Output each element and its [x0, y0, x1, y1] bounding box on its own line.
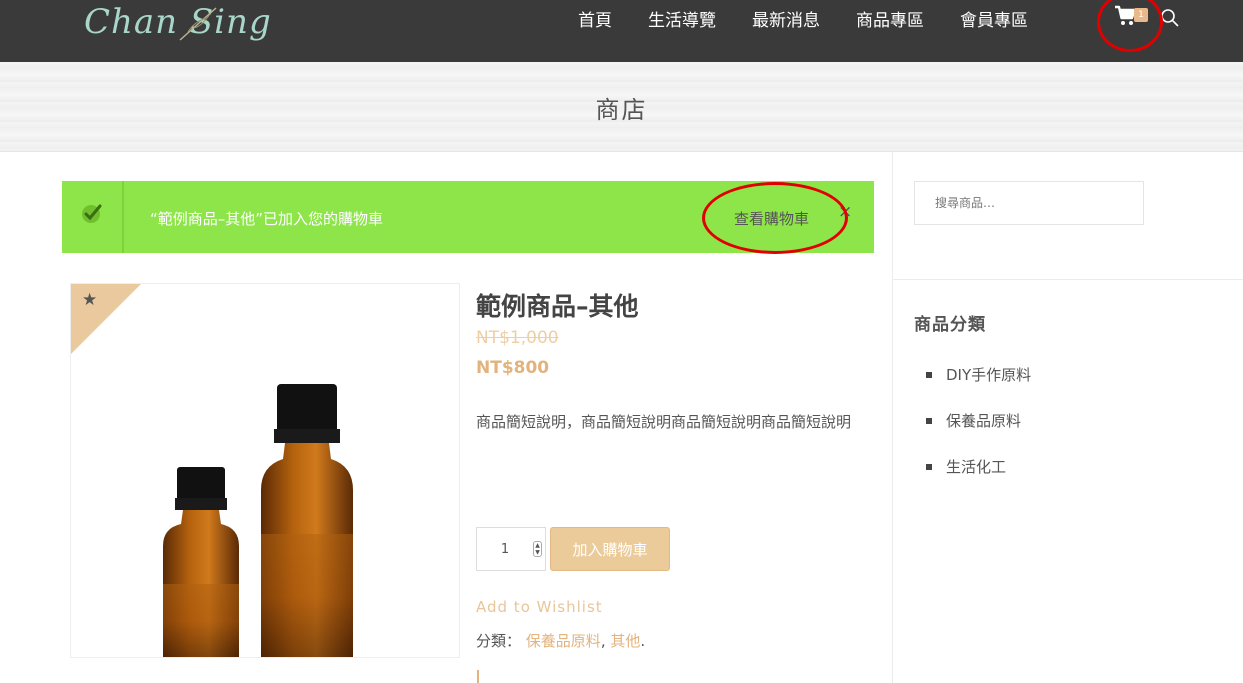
page-title: 商店 [595, 96, 648, 124]
category-widget-title: 商品分類 [914, 315, 986, 335]
category-item-diy[interactable]: DIY手作原料 [926, 362, 1031, 408]
check-icon [82, 204, 102, 223]
bullet-icon [926, 372, 932, 378]
category-link-other[interactable]: 其他 [610, 632, 640, 650]
quantity-input[interactable] [477, 528, 533, 570]
top-navbar: Chan Sing 首頁 生活導覽 最新消息 商品專區 會員專區 1 [0, 0, 1243, 62]
product-image[interactable]: ★ [70, 283, 460, 658]
notice-separator [122, 181, 124, 253]
quantity-stepper[interactable]: ▲▼ [476, 527, 546, 571]
partial-element-mark [477, 670, 479, 683]
sidebar-divider [892, 152, 893, 683]
category-separator: , [600, 632, 606, 650]
product-categories: 分類： 保養品原料, 其他. [476, 630, 645, 651]
add-to-cart-button[interactable]: 加入購物車 [550, 527, 670, 571]
category-item-label: DIY手作原料 [946, 366, 1032, 384]
bullet-icon [926, 418, 932, 424]
product-search-input[interactable] [914, 181, 1144, 225]
bullet-icon [926, 464, 932, 470]
site-logo[interactable]: Chan Sing [84, 0, 271, 52]
product-title: 範例商品–其他 [476, 292, 639, 321]
leaf-icon [179, 7, 217, 41]
categories-label: 分類： [476, 632, 522, 650]
nav-item-members[interactable]: 會員專區 [960, 6, 1028, 31]
category-link-skincare[interactable]: 保養品原料 [526, 632, 601, 650]
cart-button[interactable]: 1 [1114, 4, 1148, 30]
category-item-skincare[interactable]: 保養品原料 [926, 408, 1031, 454]
search-icon[interactable] [1160, 8, 1180, 28]
page-banner: 商店 [0, 62, 1243, 152]
spin-arrows-icon[interactable]: ▲ ▼ [533, 541, 542, 557]
category-end: . [640, 632, 646, 650]
cart-added-notice: “範例商品–其他”已加入您的購物車 查看購物車 × [62, 181, 874, 253]
category-item-chemicals[interactable]: 生活化工 [926, 454, 1031, 500]
sidebar-section-divider [893, 279, 1243, 280]
sale-price: NT$800 [476, 358, 550, 378]
product-short-description: 商品簡短說明，商品簡短說明商品簡短說明商品簡短說明 [476, 413, 852, 431]
star-icon: ★ [82, 290, 98, 310]
notice-message: “範例商品–其他”已加入您的購物車 [150, 210, 384, 228]
category-item-label: 保養品原料 [946, 412, 1022, 430]
nav-item-life-guide[interactable]: 生活導覽 [648, 6, 716, 31]
original-price: NT$1,000 [476, 328, 559, 348]
add-to-wishlist-link[interactable]: Add to Wishlist [476, 598, 603, 616]
main-nav: 首頁 生活導覽 最新消息 商品專區 會員專區 [560, 0, 1046, 36]
nav-item-news[interactable]: 最新消息 [752, 6, 820, 31]
nav-item-home[interactable]: 首頁 [578, 6, 612, 31]
cart-count-badge: 1 [1134, 8, 1148, 22]
nav-item-products[interactable]: 商品專區 [856, 6, 924, 31]
category-list: DIY手作原料 保養品原料 生活化工 [926, 362, 1031, 500]
view-cart-link[interactable]: 查看購物車 [734, 208, 809, 229]
close-icon[interactable]: × [838, 202, 852, 222]
category-item-label: 生活化工 [946, 458, 1007, 476]
